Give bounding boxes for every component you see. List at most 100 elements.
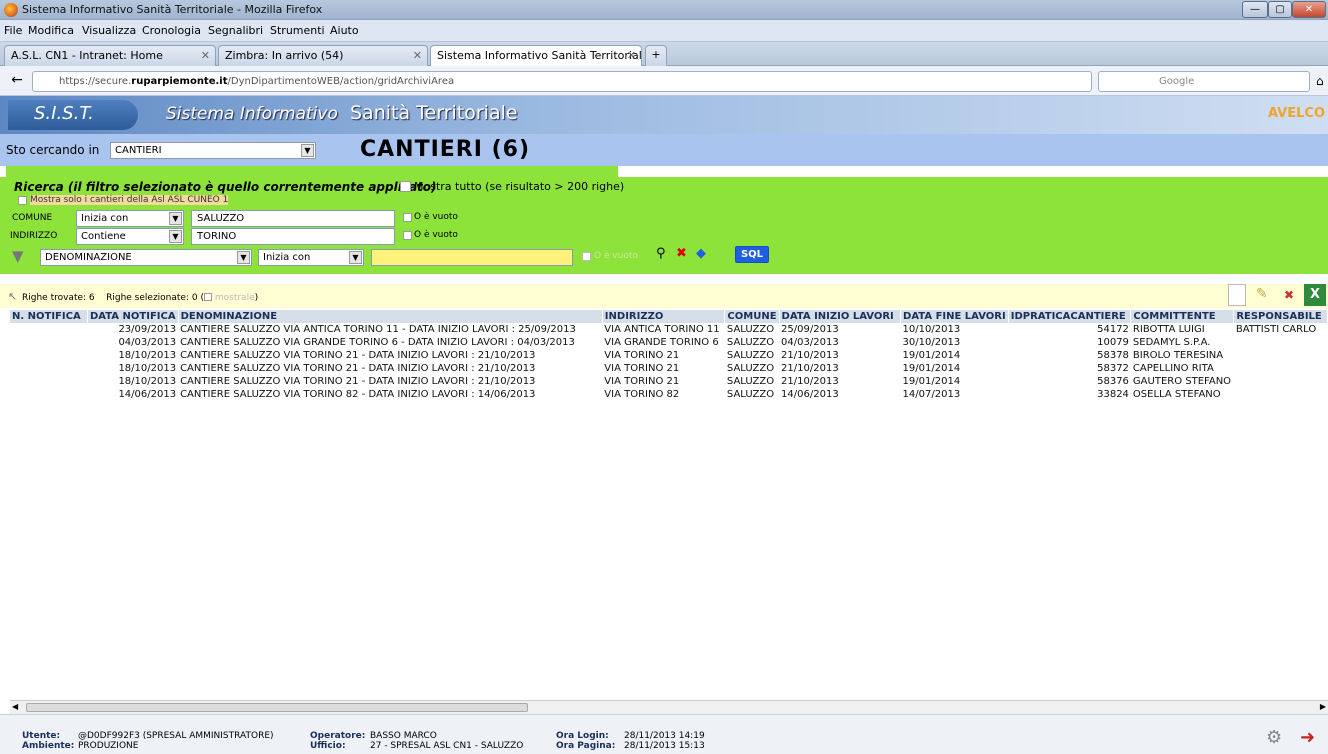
wrench-icon[interactable]: ⚙ [1266, 727, 1282, 748]
table-cell [1234, 375, 1328, 388]
archive-select[interactable]: CANTIERI ▼ [110, 142, 316, 159]
firefox-icon [4, 3, 18, 17]
col-data-notifica[interactable]: DATA NOTIFICA [87, 310, 179, 323]
extra-empty-checkbox[interactable] [582, 252, 591, 261]
url-bar[interactable]: https://secure.ruparpiemonte.it/DynDipar… [32, 71, 1092, 92]
delete-icon[interactable]: ✖ [1284, 288, 1294, 302]
menu-modifica[interactable]: Modifica [28, 24, 74, 37]
table-row[interactable]: 23/09/2013 CANTIERE SALUZZO VIA ANTICA TO… [10, 323, 1328, 336]
col-n-notifica[interactable]: N. NOTIFICA [10, 310, 88, 323]
col-committente[interactable]: COMMITTENTE [1130, 310, 1235, 323]
close-icon[interactable]: ✕ [627, 49, 636, 62]
tab-sist[interactable]: Sistema Informativo Sanità Territoriale ✕ [430, 45, 642, 66]
results-grid: N. NOTIFICA DATA NOTIFICA DENOMINAZIONE … [10, 310, 1328, 698]
table-cell: 21/10/2013 [781, 350, 839, 361]
col-data-inizio[interactable]: DATA INIZIO LAVORI [779, 310, 902, 323]
table-cell: 04/03/2013 [118, 337, 177, 348]
indirizzo-operator-select[interactable]: Contiene ▼ [76, 228, 184, 245]
minimize-button[interactable]: — [1242, 1, 1268, 18]
exit-icon[interactable]: ➜ [1300, 727, 1315, 748]
close-icon[interactable]: ✕ [201, 49, 210, 62]
maximize-button[interactable]: ▢ [1268, 1, 1292, 18]
menu-segnalibri[interactable]: Segnalibri [208, 24, 263, 37]
table-cell: VIA ANTICA TORINO 11 [604, 324, 720, 335]
col-indirizzo[interactable]: INDIRIZZO [602, 310, 726, 323]
menu-cronologia[interactable]: Cronologia [142, 24, 201, 37]
menu-aiuto[interactable]: Aiuto [330, 24, 359, 37]
url-path: /DynDipartimentoWEB/action/gridArchiviAr… [227, 76, 455, 87]
edit-icon[interactable]: ✎ [1256, 286, 1268, 302]
new-tab-button[interactable]: + [645, 45, 667, 66]
only-asl-label: Mostra solo i cantieri della Asl ASL CUN… [30, 195, 229, 205]
chevron-down-icon: ▼ [301, 144, 314, 157]
col-data-fine[interactable]: DATA FINE LAVORI [900, 310, 1009, 323]
col-idpratica[interactable]: IDPRATICACANTIERE [1008, 310, 1132, 323]
extra-field-select[interactable]: DENOMINAZIONE ▼ [40, 249, 252, 266]
clear-filter-icon[interactable]: ✖ [676, 246, 687, 261]
show-selected-label: mostrale [214, 293, 255, 303]
sql-button[interactable]: SQL [735, 246, 769, 263]
table-cell: BATTISTI CARLO [1235, 324, 1317, 335]
menu-strumenti[interactable]: Strumenti [270, 24, 325, 37]
chevron-down-icon: ▼ [237, 251, 250, 264]
only-asl-checkbox[interactable] [18, 196, 27, 205]
table-cell: 54172 [1097, 324, 1129, 335]
table-row[interactable]: 14/06/2013 CANTIERE SALUZZO VIA TORINO 82… [10, 388, 1328, 401]
table-cell: OSELLA STEFANO [1132, 389, 1221, 400]
col-comune[interactable]: COMUNE [724, 310, 780, 323]
home-icon[interactable]: ⌂ [1316, 74, 1324, 88]
tab-label: Zimbra: In arrivo (54) [225, 49, 344, 62]
table-cell: 21/10/2013 [781, 376, 839, 387]
navigation-bar: ← https://secure.ruparpiemonte.it/DynDip… [0, 66, 1328, 96]
table-cell: 58376 [1097, 376, 1129, 387]
url-domain: ruparpiemonte.it [131, 76, 228, 87]
table-cell [10, 375, 88, 388]
table-row[interactable]: 18/10/2013 CANTIERE SALUZZO VIA TORINO 21… [10, 375, 1328, 388]
table-cell: SALUZZO [726, 389, 775, 400]
comune-empty-checkbox[interactable] [403, 213, 412, 222]
comune-value-input[interactable]: SALUZZO [191, 210, 395, 227]
tab-label: A.S.L. CN1 - Intranet: Home [11, 49, 163, 62]
col-denominazione[interactable]: DENOMINAZIONE [178, 310, 603, 323]
horizontal-scrollbar[interactable]: ◀ ▶ [10, 700, 1328, 714]
back-button[interactable]: ← [6, 72, 28, 90]
window-titlebar: Sistema Informativo Sanità Territoriale … [0, 0, 1328, 20]
search-binoculars-icon[interactable]: ⚲ [656, 246, 666, 261]
col-responsabile[interactable]: RESPONSABILE [1233, 310, 1328, 323]
funnel-icon[interactable]: ▼ [12, 247, 24, 265]
table-row[interactable]: 18/10/2013 CANTIERE SALUZZO VIA TORINO 21… [10, 362, 1328, 375]
operator-value: Contiene [81, 231, 126, 242]
scrollbar-thumb[interactable] [26, 703, 528, 712]
table-cell: 19/01/2014 [902, 350, 961, 361]
extra-value-input[interactable] [371, 249, 573, 266]
indirizzo-value-input[interactable]: TORINO [191, 228, 395, 245]
table-cell [1234, 362, 1328, 375]
table-cell: SALUZZO [726, 350, 775, 361]
menu-file[interactable]: File [4, 24, 22, 37]
table-cell: 14/06/2013 [781, 389, 839, 400]
menu-visualizza[interactable]: Visualizza [82, 24, 136, 37]
tab-intranet[interactable]: A.S.L. CN1 - Intranet: Home ✕ [4, 45, 216, 66]
show-selected-checkbox[interactable] [203, 293, 212, 301]
excel-export-icon[interactable]: X [1304, 284, 1326, 306]
table-row[interactable]: 18/10/2013 CANTIERE SALUZZO VIA TORINO 21… [10, 349, 1328, 362]
close-window-button[interactable]: ✕ [1292, 1, 1326, 18]
scroll-left-icon[interactable]: ◀ [12, 702, 18, 711]
web-search-input[interactable]: Google [1098, 71, 1310, 92]
scroll-right-icon[interactable]: ▶ [1320, 702, 1326, 711]
show-all-checkbox[interactable] [400, 181, 411, 192]
new-document-icon[interactable] [1228, 284, 1246, 306]
field-value: DENOMINAZIONE [45, 252, 132, 263]
extra-operator-select[interactable]: Inizia con ▼ [258, 249, 364, 266]
eraser-icon[interactable]: ◆ [696, 246, 706, 261]
table-row[interactable]: 04/03/2013 CANTIERE SALUZZO VIA GRANDE TO… [10, 336, 1328, 349]
comune-operator-select[interactable]: Inizia con ▼ [76, 210, 184, 227]
page-time-value: 28/11/2013 15:13 [624, 741, 705, 751]
indirizzo-empty-label: O è vuoto [414, 230, 458, 240]
app-header: S.I.S.T. Sistema Informativo Sanità Terr… [0, 96, 1328, 134]
tab-zimbra[interactable]: Zimbra: In arrivo (54) ✕ [218, 45, 428, 66]
table-cell: 23/09/2013 [118, 324, 177, 335]
indirizzo-empty-checkbox[interactable] [403, 231, 412, 240]
close-icon[interactable]: ✕ [413, 49, 422, 62]
app-title-2: Sanità Territoriale [350, 102, 518, 124]
